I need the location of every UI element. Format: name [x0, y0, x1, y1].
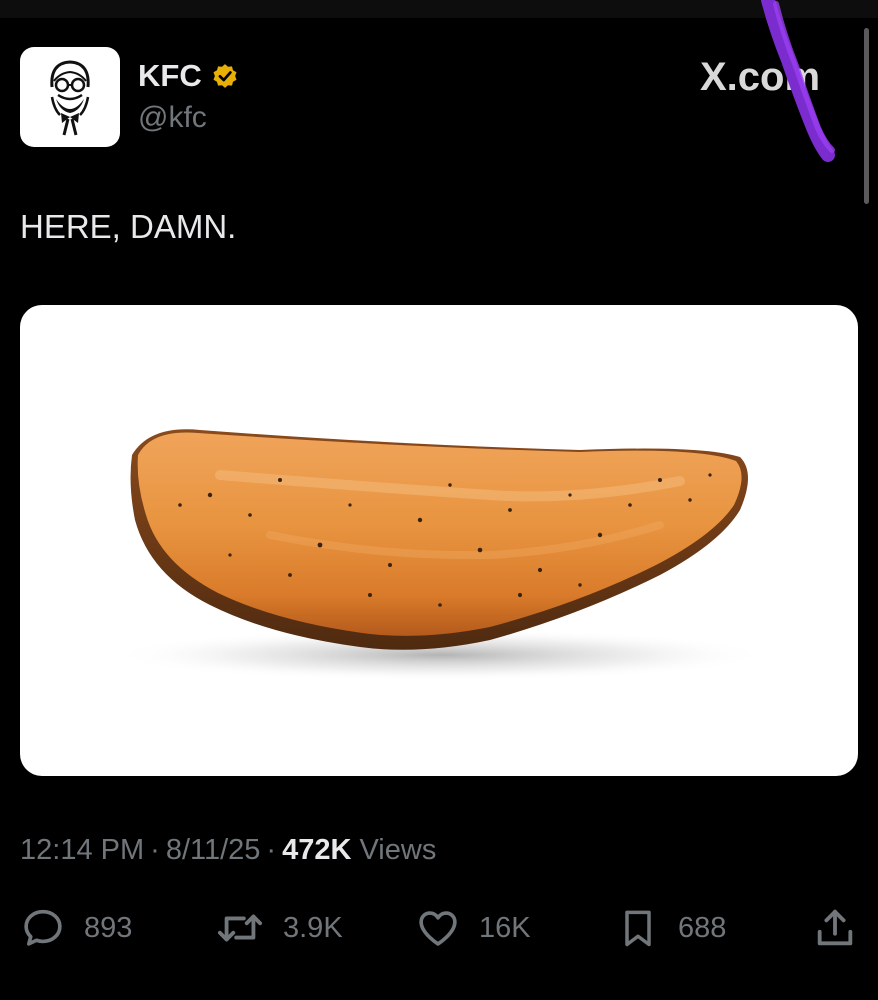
- bookmark-count: 688: [678, 911, 727, 944]
- tweet-text: HERE, DAMN.: [20, 208, 237, 245]
- views-count: 472K: [282, 834, 352, 866]
- meta-separator: ·: [266, 834, 277, 866]
- verified-badge-icon: [213, 64, 237, 88]
- share-button[interactable]: [812, 900, 858, 956]
- tweet-action-bar: 893 3.9K 16K 688: [0, 900, 878, 956]
- tweet-time[interactable]: 12:14 PM: [20, 834, 144, 866]
- repost-arrows-icon: [217, 914, 263, 942]
- repost-count: 3.9K: [283, 911, 343, 944]
- tweet-screen: KFC @kfc X.com HERE, DAMN. 12:14 PM · 8/…: [0, 0, 878, 1000]
- colonel-sanders-logo-icon: [50, 60, 90, 136]
- author-display-name[interactable]: KFC: [138, 58, 202, 94]
- meta-separator: ·: [150, 834, 160, 866]
- tweet-date[interactable]: 8/11/25: [166, 834, 261, 866]
- kfc-avatar[interactable]: [20, 47, 120, 147]
- potato-wedge-image: [110, 429, 770, 681]
- views-label: Views: [359, 834, 437, 866]
- scrollbar-thumb[interactable]: [864, 28, 869, 204]
- reply-count: 893: [84, 911, 133, 944]
- author-handle[interactable]: @kfc: [138, 100, 207, 136]
- author-name-row[interactable]: KFC: [138, 58, 240, 94]
- share-upload-icon: [817, 909, 853, 946]
- reply-button[interactable]: 893: [20, 900, 132, 956]
- repost-button[interactable]: 3.9K: [215, 900, 343, 956]
- like-button[interactable]: 16K: [415, 900, 531, 956]
- bookmark-icon: [625, 910, 651, 947]
- tweet-media-image[interactable]: [20, 305, 858, 776]
- purple-scribble-mark: [761, 0, 835, 162]
- bookmark-button[interactable]: 688: [616, 900, 726, 956]
- like-count: 16K: [479, 911, 531, 944]
- tweet-meta-line: 12:14 PM · 8/11/25 · 472K Views: [20, 830, 436, 870]
- speech-bubble-icon: [24, 909, 62, 946]
- heart-icon: [419, 911, 457, 946]
